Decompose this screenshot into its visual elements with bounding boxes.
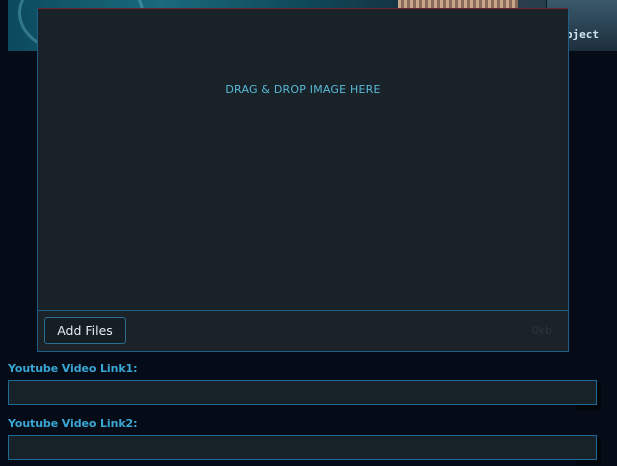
youtube-link1-label: Youtube Video Link1: bbox=[8, 362, 138, 375]
youtube-link2-input[interactable] bbox=[8, 435, 597, 460]
file-size-label: 0kb bbox=[531, 324, 552, 337]
image-dropzone[interactable]: DRAG & DROP IMAGE HERE Add Files 0kb bbox=[37, 8, 569, 352]
add-files-button[interactable]: Add Files bbox=[44, 317, 126, 344]
dropzone-instruction: DRAG & DROP IMAGE HERE bbox=[225, 83, 381, 96]
dropzone-footer: Add Files 0kb bbox=[38, 310, 568, 351]
youtube-link2-label: Youtube Video Link2: bbox=[8, 417, 138, 430]
youtube-link1-input[interactable] bbox=[8, 380, 597, 405]
